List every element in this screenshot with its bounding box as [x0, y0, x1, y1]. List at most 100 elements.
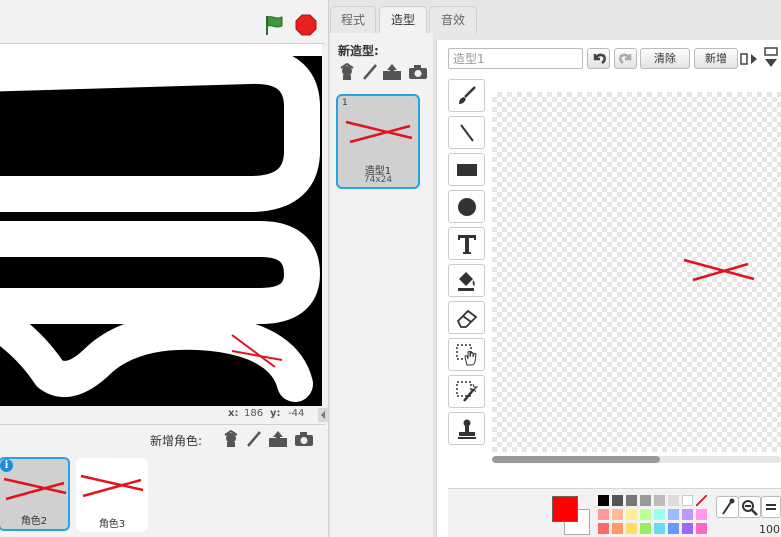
flip-vertical-icon[interactable]	[762, 47, 780, 69]
new-costume-label: 新造型:	[338, 44, 379, 58]
mouse-coordinates: x: 186 y: -44	[0, 406, 325, 424]
color-swatch[interactable]	[668, 509, 679, 520]
eraser-icon	[456, 309, 477, 328]
sprites-panel: 新增角色: i 角色2 角色3	[0, 424, 325, 537]
redo-icon	[618, 53, 631, 64]
new-sprite-label: 新增角色:	[150, 434, 203, 448]
fill-tool-button[interactable]	[448, 264, 485, 297]
add-button[interactable]: 新增	[694, 48, 738, 69]
ellipse-tool-button[interactable]	[448, 190, 485, 223]
tab-sounds[interactable]: 音效	[429, 6, 477, 34]
camera-sprite-icon[interactable]	[294, 431, 314, 447]
sprite-thumbnail	[3, 477, 67, 501]
color-swatch[interactable]	[598, 509, 609, 520]
costume-library-icon[interactable]	[338, 62, 356, 81]
undo-icon	[593, 53, 606, 64]
rectangle-tool-button[interactable]	[448, 153, 485, 186]
x-value: 186	[244, 408, 264, 419]
undo-button[interactable]	[587, 48, 610, 69]
costume-drawing	[683, 258, 755, 282]
color-swatch[interactable]	[640, 523, 651, 534]
magic-wand-icon	[455, 380, 478, 402]
redo-button[interactable]	[614, 48, 637, 69]
color-swatch[interactable]	[696, 523, 707, 534]
sprite-tile-1[interactable]: i 角色2	[0, 457, 70, 531]
text-tool-button[interactable]	[448, 227, 485, 260]
color-swatch[interactable]	[612, 523, 623, 534]
color-swatch[interactable]	[626, 509, 637, 520]
color-swatch[interactable]	[598, 523, 609, 534]
tab-scripts[interactable]: 程式	[330, 6, 376, 34]
info-icon[interactable]: i	[0, 459, 13, 472]
color-swatch[interactable]	[640, 509, 651, 520]
brush-icon	[458, 85, 476, 104]
tab-costumes[interactable]: 造型	[379, 6, 427, 36]
zoom-out-icon	[742, 500, 758, 516]
stage-header	[0, 0, 325, 44]
paint-bucket-icon	[457, 271, 475, 291]
color-swatch[interactable]	[696, 509, 707, 520]
color-swatch[interactable]	[626, 495, 637, 506]
stage[interactable]	[0, 44, 322, 406]
sprite-tile-2[interactable]: 角色3	[76, 458, 148, 532]
equals-icon	[766, 504, 776, 510]
line-tool-button[interactable]	[448, 116, 485, 149]
zoom-level: 100	[759, 523, 780, 536]
sprite-name: 角色3	[98, 519, 126, 530]
paint-costume-icon[interactable]	[361, 63, 379, 81]
select-tool-button[interactable]	[448, 338, 485, 371]
color-swatch[interactable]	[682, 509, 693, 520]
green-flag-icon[interactable]	[264, 14, 286, 36]
x-label: x:	[228, 408, 239, 419]
paint-canvas[interactable]	[492, 92, 781, 452]
stamp-icon	[457, 419, 476, 439]
color-swatch[interactable]	[668, 523, 679, 534]
stamp-tool-button[interactable]	[448, 412, 485, 445]
color-swatch[interactable]	[654, 523, 665, 534]
sprite-thumbnail	[80, 474, 144, 498]
zoom-out-button[interactable]	[738, 496, 761, 518]
transparent-color-swatch[interactable]	[696, 495, 707, 506]
sprite-library-icon[interactable]	[222, 429, 240, 448]
color-swatch[interactable]	[612, 495, 623, 506]
scrollbar-thumb[interactable]	[492, 456, 660, 463]
camera-costume-icon[interactable]	[408, 64, 428, 80]
costume-tile-1[interactable]: 1 造型1 74x24	[336, 94, 420, 189]
costume-name-input[interactable]	[448, 48, 583, 69]
eraser-tool-button[interactable]	[448, 301, 485, 334]
color-swatch[interactable]	[654, 495, 665, 506]
color-swatch[interactable]	[668, 495, 679, 506]
line-icon	[459, 123, 474, 142]
sprite-name: 角色2	[20, 516, 48, 527]
collapse-arrow-icon[interactable]	[318, 408, 328, 422]
brush-tool-button[interactable]	[448, 79, 485, 112]
flip-horizontal-icon[interactable]	[740, 51, 758, 67]
color-swatch[interactable]	[612, 509, 623, 520]
color-swatch[interactable]	[654, 509, 665, 520]
color-swatch[interactable]	[682, 495, 693, 506]
upload-costume-icon[interactable]	[382, 63, 402, 81]
eyedropper-icon	[722, 498, 735, 515]
select-hand-icon	[455, 343, 477, 365]
eyedropper-button[interactable]	[716, 496, 739, 518]
maze-backdrop	[0, 44, 322, 406]
costume-index: 1	[342, 98, 348, 108]
color-swatch[interactable]	[626, 523, 637, 534]
paint-sprite-icon[interactable]	[245, 430, 263, 448]
color-grid[interactable]	[598, 495, 710, 535]
color-swatch[interactable]	[682, 523, 693, 534]
ellipse-icon	[457, 197, 476, 216]
zoom-reset-button[interactable]	[761, 496, 781, 518]
y-value: -44	[288, 408, 305, 419]
upload-sprite-icon[interactable]	[268, 430, 288, 448]
color-palette-area: 100	[448, 488, 781, 537]
stop-icon[interactable]	[295, 14, 317, 36]
primary-color-swatch[interactable]	[552, 496, 578, 522]
color-swatch[interactable]	[640, 495, 651, 506]
color-swatch[interactable]	[598, 495, 609, 506]
y-label: y:	[270, 408, 281, 419]
clear-button[interactable]: 清除	[640, 48, 690, 69]
magic-wand-tool-button[interactable]	[448, 375, 485, 408]
horizontal-scrollbar[interactable]	[492, 456, 781, 463]
costume-thumbnail	[345, 120, 413, 144]
